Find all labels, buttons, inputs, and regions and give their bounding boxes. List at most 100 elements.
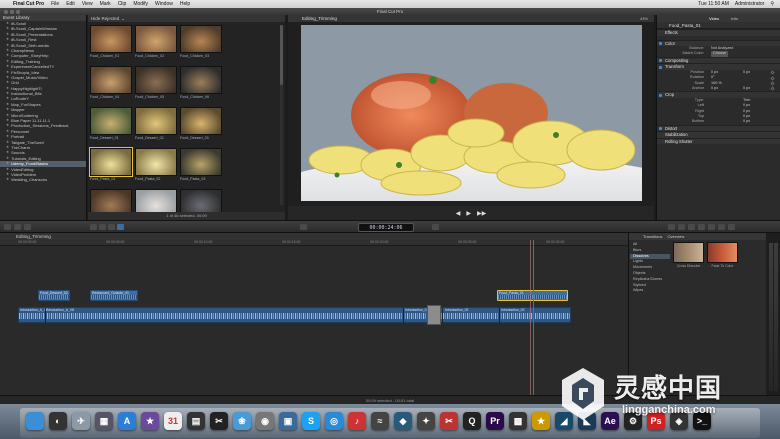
- star-icon[interactable]: ★: [532, 412, 550, 430]
- menu-window[interactable]: Window: [155, 1, 173, 7]
- playhead[interactable]: [533, 240, 534, 395]
- premiere-icon[interactable]: Pr: [486, 412, 504, 430]
- clip-thumbnail[interactable]: [90, 66, 132, 94]
- motion-icon[interactable]: ✦: [417, 412, 435, 430]
- music-icon[interactable]: [678, 224, 685, 230]
- library-event-item[interactable]: ★ Wedding_Chansons: [0, 177, 86, 182]
- browser-clip[interactable]: Food_Dessert_03: [180, 107, 222, 145]
- browser-clip[interactable]: Food_Chicken_05: [135, 66, 177, 104]
- effects-browser-icon[interactable]: [688, 224, 695, 230]
- timecode-display[interactable]: 00:00:24:06: [358, 223, 414, 232]
- photos-icon[interactable]: ❀: [233, 412, 251, 430]
- share-icon[interactable]: [24, 224, 31, 230]
- minimize-window-icon[interactable]: [10, 9, 14, 14]
- clip-thumbnail[interactable]: [135, 66, 177, 94]
- close-window-icon[interactable]: [4, 9, 8, 14]
- play-forward-button[interactable]: ▶▶: [477, 210, 486, 217]
- clip-thumbnail[interactable]: [180, 66, 222, 94]
- zoom-window-icon[interactable]: [16, 9, 20, 14]
- menu-edit[interactable]: Edit: [66, 1, 75, 7]
- browser-filter[interactable]: Hide Rejected ⌄: [88, 15, 285, 22]
- browser-clip[interactable]: Food_Dessert_01: [90, 107, 132, 145]
- video-frame[interactable]: [301, 25, 642, 201]
- final-cut-icon[interactable]: ✂: [210, 412, 228, 430]
- browser-clip[interactable]: Food_Pasta_02: [135, 148, 177, 186]
- clock[interactable]: Tue 11:50 AM: [698, 1, 729, 7]
- transitions-browser-icon[interactable]: [728, 224, 735, 230]
- section-rolling-shutter[interactable]: Rolling Shutter: [657, 137, 780, 145]
- user-name[interactable]: Administrator: [735, 1, 764, 7]
- browser-clip[interactable]: Food_Pasta_03: [180, 148, 222, 186]
- play-reverse-button[interactable]: ◀: [456, 210, 461, 217]
- select-tool-icon[interactable]: [300, 224, 307, 230]
- clip-thumbnail[interactable]: [135, 25, 177, 53]
- skype-icon[interactable]: S: [302, 412, 320, 430]
- clip-thumbnail[interactable]: [90, 107, 132, 135]
- titles-browser-icon[interactable]: [698, 224, 705, 230]
- quicktime-icon[interactable]: Q: [463, 412, 481, 430]
- calendar-icon[interactable]: 31: [164, 412, 182, 430]
- section-effects[interactable]: Effects: [657, 29, 780, 36]
- imovie-icon[interactable]: ★: [141, 412, 159, 430]
- browser-clip[interactable]: Food_Chicken_03: [180, 25, 222, 63]
- compressor-icon[interactable]: ◆: [394, 412, 412, 430]
- play-button[interactable]: ▶: [466, 210, 471, 217]
- clip-thumbnail[interactable]: [89, 147, 133, 177]
- tab-info[interactable]: Info: [731, 15, 738, 22]
- photos-icon[interactable]: [668, 224, 675, 230]
- clip-thumbnail[interactable]: [90, 25, 132, 53]
- menu-clip[interactable]: Clip: [118, 1, 127, 7]
- checkbox-icon[interactable]: [659, 42, 662, 45]
- menu-mark[interactable]: Mark: [100, 1, 111, 7]
- tab-video[interactable]: Video: [709, 15, 719, 22]
- clip-thumbnail[interactable]: [135, 107, 177, 135]
- filter-menu[interactable]: Hide Rejected: [91, 16, 119, 21]
- browser-clip[interactable]: Food_Pasta_01: [89, 147, 133, 186]
- connected-clip[interactable]: Restaurant_Outside_01: [90, 290, 138, 301]
- scissors-icon[interactable]: ✂: [440, 412, 458, 430]
- clips-icon[interactable]: ▤: [187, 412, 205, 430]
- enhance-icon[interactable]: [432, 224, 439, 230]
- browser-clip[interactable]: Food_Chicken_01: [90, 25, 132, 63]
- audio-icon[interactable]: ≈: [371, 412, 389, 430]
- clip-thumbnail[interactable]: [180, 25, 222, 53]
- app-store-icon[interactable]: A: [118, 412, 136, 430]
- menu-view[interactable]: View: [82, 1, 93, 7]
- iphoto-icon[interactable]: ▣: [279, 412, 297, 430]
- primary-storyline[interactable]: Introduction_A_V7 Introduction_A_V8 Intr…: [18, 307, 571, 324]
- music-icon[interactable]: ♪: [348, 412, 366, 430]
- camera-icon[interactable]: ◉: [256, 412, 274, 430]
- browser-clip[interactable]: Food_Dessert_02: [135, 107, 177, 145]
- connect-clip-icon[interactable]: [90, 224, 97, 230]
- transition-thumbnail[interactable]: [707, 242, 738, 263]
- dashboard-icon[interactable]: ◐: [49, 412, 67, 430]
- finder-icon[interactable]: [26, 412, 44, 430]
- menu-help[interactable]: Help: [180, 1, 190, 7]
- record-voiceover-icon[interactable]: [4, 224, 11, 230]
- clip-thumbnail[interactable]: [135, 148, 177, 176]
- insert-clip-icon[interactable]: [99, 224, 106, 230]
- generators-icon[interactable]: [708, 224, 715, 230]
- transition-thumbnail[interactable]: [673, 242, 704, 263]
- safari-icon[interactable]: ◎: [325, 412, 343, 430]
- menu-file[interactable]: File: [51, 1, 59, 7]
- transition-category[interactable]: Wipes: [630, 288, 670, 294]
- mission-control-icon[interactable]: ▦: [95, 412, 113, 430]
- menu-modify[interactable]: Modify: [133, 1, 148, 7]
- viewer-zoom[interactable]: 43%: [640, 16, 648, 21]
- browser-clip[interactable]: Food_Chicken_06: [180, 66, 222, 104]
- launchpad-icon[interactable]: ✈: [72, 412, 90, 430]
- menu-app[interactable]: Final Cut Pro: [13, 1, 44, 7]
- themes-icon[interactable]: [718, 224, 725, 230]
- append-clip-icon[interactable]: [108, 224, 115, 230]
- overwrite-clip-icon[interactable]: [117, 224, 124, 230]
- import-icon[interactable]: [14, 224, 21, 230]
- browser-clip[interactable]: Food_Chicken_02: [135, 25, 177, 63]
- browser-clip[interactable]: Food_Chicken_04: [90, 66, 132, 104]
- clip-thumbnail[interactable]: [180, 148, 222, 176]
- connected-clip[interactable]: Food_Dessert_02: [38, 290, 70, 301]
- browser-scrollbar[interactable]: [280, 25, 283, 205]
- photoshop-icon[interactable]: ▩: [509, 412, 527, 430]
- clip-thumbnail[interactable]: [180, 107, 222, 135]
- transition-clip[interactable]: [427, 305, 441, 325]
